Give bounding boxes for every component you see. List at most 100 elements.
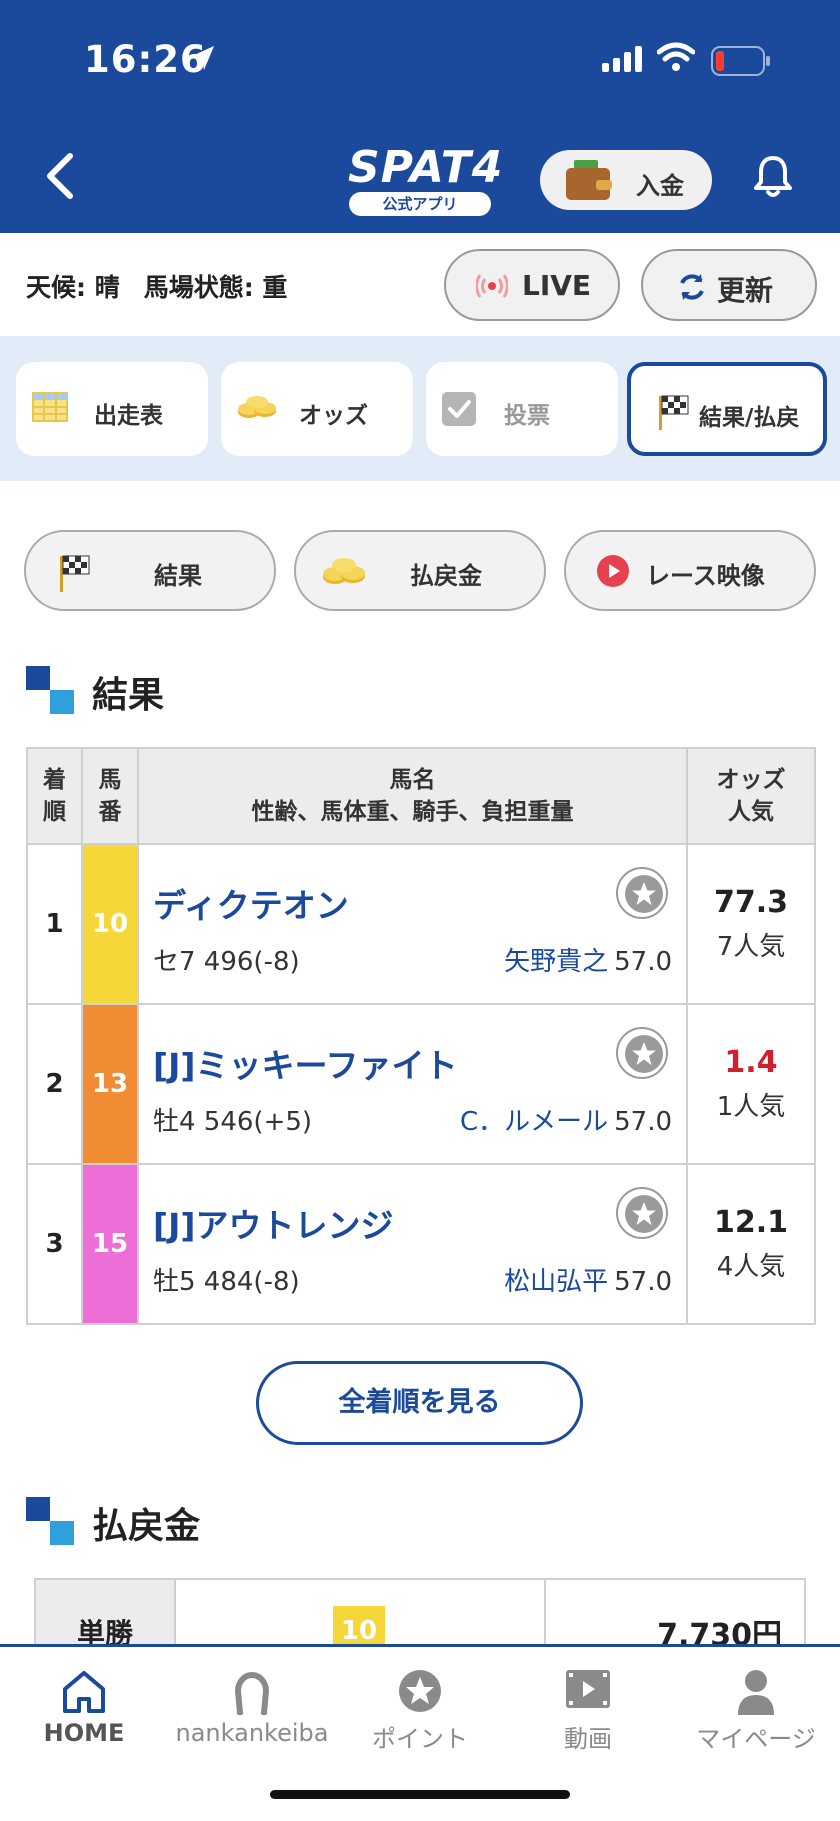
tab-label: 出走表 [94, 403, 163, 429]
horse-name-link[interactable]: [J]ミッキーファイト [153, 1039, 457, 1087]
nav-label: マイページ [696, 1725, 816, 1753]
popularity: 7人気 [716, 932, 786, 962]
weather-text: 天候: 晴 [26, 273, 120, 302]
home-icon [63, 1671, 105, 1713]
jockey-line: 矢野貴之 57.0 [504, 941, 672, 978]
tab-label: 結果/払戻 [699, 405, 800, 431]
sub-button-label: 払戻金 [410, 562, 482, 590]
video-icon [566, 1670, 610, 1708]
checkbox-icon [442, 392, 476, 426]
tab-vote[interactable]: 投票 [426, 362, 618, 456]
jockey-link[interactable]: 矢野貴之 [504, 947, 608, 977]
odds-cell: 77.3 7人気 [686, 843, 816, 1005]
payout-amount: 7,730円 [657, 1618, 782, 1648]
tab-label: 投票 [504, 403, 550, 429]
tab-odds[interactable]: オッズ [221, 362, 413, 456]
view-all-results-button[interactable]: 全着順を見る [256, 1361, 583, 1445]
table-header-row: 着 順 馬 番 馬名 性齢、馬体重、騎手、負担重量 オッズ 人気 [26, 747, 816, 845]
horse-cell: [J]ミッキーファイト牡4 546(+5) C．ルメール 57.0 [137, 1003, 688, 1165]
horse-cell: [J]アウトレンジ牡5 484(-8) 松山弘平 57.0 [137, 1163, 688, 1325]
play-icon [597, 555, 629, 587]
horseshoe-icon [234, 1672, 270, 1715]
horse-name-link[interactable]: ディクテオン [153, 879, 349, 927]
header-odds: オッズ 人気 [686, 747, 816, 845]
rank-cell: 2 [26, 1003, 83, 1165]
popularity: 1人気 [716, 1092, 786, 1122]
horse-sex-age-weight: セ7 496(-8) [153, 947, 300, 977]
horse-cell: ディクテオンセ7 496(-8) 矢野貴之 57.0 [137, 843, 688, 1005]
wallet-icon [566, 160, 612, 200]
star-icon [625, 1195, 663, 1233]
refresh-icon [680, 274, 704, 300]
table-icon [32, 392, 68, 422]
checkered-flag-icon [659, 395, 689, 430]
rank-cell: 1 [26, 843, 83, 1005]
sub-button-label: レース映像 [646, 562, 765, 590]
race-condition: 天候: 晴馬場状態: 重 [26, 268, 311, 304]
horse-name-link[interactable]: [J]アウトレンジ [153, 1199, 393, 1247]
odds-value: 1.4 [724, 1045, 778, 1080]
star-icon [625, 1035, 663, 1073]
nav-label: nankankeiba [175, 1719, 329, 1747]
nav-label: HOME [43, 1719, 125, 1747]
table-row: 2 13 [J]ミッキーファイト 牡4 546(+5) C．ルメール 57.0 1.4 1人気 [26, 1003, 816, 1165]
burden-weight: 57.0 [614, 947, 672, 977]
odds-cell: 1.4 1人気 [686, 1003, 816, 1165]
favorite-button[interactable] [616, 1187, 668, 1239]
jockey-line: C．ルメール 57.0 [460, 1101, 672, 1138]
battery-low-icon [711, 46, 770, 76]
favorite-button[interactable] [616, 1027, 668, 1079]
nav-mypage[interactable]: マイページ [672, 1647, 840, 1767]
horse-number-cell: 10 [81, 843, 139, 1005]
cellular-signal-icon [602, 46, 642, 72]
jockey-line: 松山弘平 57.0 [504, 1261, 672, 1298]
back-chevron-icon[interactable] [44, 152, 78, 200]
deposit-button[interactable]: 入金 [540, 150, 712, 210]
broadcast-icon [476, 274, 508, 298]
payout-jump-button[interactable]: 払戻金 [294, 530, 546, 611]
horse-number-cell: 13 [81, 1003, 139, 1165]
deposit-label: 入金 [636, 172, 684, 200]
header-horse-name: 馬名 性齢、馬体重、騎手、負担重量 [137, 747, 688, 845]
results-jump-button[interactable]: 結果 [24, 530, 276, 611]
bell-icon[interactable] [754, 154, 792, 198]
burden-weight: 57.0 [614, 1267, 672, 1297]
section-square-icon [26, 1497, 74, 1545]
logo-subtitle: 公式アプリ [349, 192, 491, 216]
popularity: 4人気 [716, 1252, 786, 1282]
horse-sex-age-weight: 牡5 484(-8) [153, 1267, 300, 1297]
jockey-link[interactable]: C．ルメール [460, 1107, 608, 1137]
nav-points[interactable]: ポイント [336, 1647, 504, 1767]
tab-results[interactable]: 結果/払戻 [627, 362, 827, 456]
race-video-button[interactable]: レース映像 [564, 530, 816, 611]
star-icon [625, 875, 663, 913]
odds-cell: 12.1 4人気 [686, 1163, 816, 1325]
sub-button-label: 結果 [154, 562, 202, 590]
live-button[interactable]: LIVE [444, 249, 620, 321]
refresh-button[interactable]: 更新 [641, 249, 817, 321]
odds-value: 77.3 [713, 885, 789, 920]
favorite-button[interactable] [616, 867, 668, 919]
horse-sex-age-weight: 牡4 546(+5) [153, 1107, 313, 1137]
wifi-icon [657, 42, 695, 71]
burden-weight: 57.0 [614, 1107, 672, 1137]
race-tabs: 出走表 オッズ 投票 結果/払戻 [0, 336, 840, 481]
jockey-link[interactable]: 松山弘平 [504, 1267, 608, 1297]
person-icon [738, 1670, 774, 1715]
rank-cell: 3 [26, 1163, 83, 1325]
section-square-icon [26, 666, 74, 714]
tab-entries[interactable]: 出走表 [16, 362, 208, 456]
refresh-label: 更新 [717, 274, 774, 307]
payout-type: 単勝 [36, 1580, 176, 1648]
coins-icon [323, 558, 365, 584]
payout-number-cell: 10 [176, 1580, 546, 1648]
nav-home[interactable]: HOME [0, 1647, 168, 1767]
status-time: 16:26 [84, 38, 207, 81]
payout-horse-number: 10 [333, 1606, 385, 1648]
results-table: 着 順 馬 番 馬名 性齢、馬体重、騎手、負担重量 オッズ 人気 1 10 ディクテ… [26, 747, 816, 1325]
app-header: 16:26 SPAT4 公式アプリ 入金 [0, 0, 840, 233]
spat4-logo: SPAT4 公式アプリ [348, 146, 502, 216]
nav-nankankeiba[interactable]: nankankeiba [168, 1647, 336, 1767]
location-arrow-icon [192, 46, 214, 70]
nav-video[interactable]: 動画 [504, 1647, 672, 1767]
